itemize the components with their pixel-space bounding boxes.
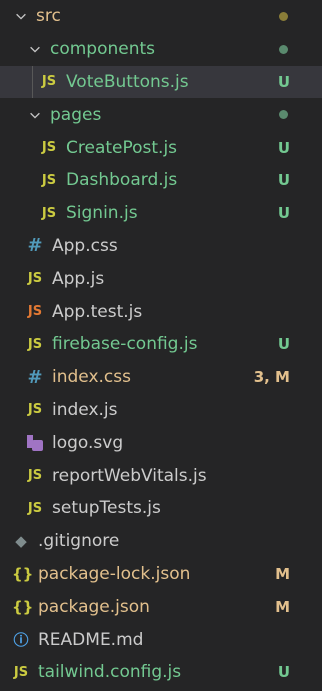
javascript-icon: JS — [41, 140, 57, 156]
file-votebuttons[interactable]: JS VoteButtons.js U — [0, 65, 322, 99]
file-tailwind-config[interactable]: JS tailwind.config.js U — [0, 656, 322, 689]
git-status-badge: M — [275, 564, 290, 583]
file-label: index.css — [52, 367, 131, 388]
git-status-badge: U — [277, 204, 290, 223]
javascript-icon: JS — [27, 336, 43, 352]
untracked-dot — [279, 44, 288, 54]
git-icon: ◆ — [15, 532, 27, 551]
folder-label: pages — [50, 104, 102, 125]
file-label: package-lock.json — [38, 563, 191, 584]
file-label: logo.svg — [52, 432, 124, 453]
file-signin[interactable]: JS Signin.js U — [0, 197, 322, 230]
chevron-down-icon[interactable] — [26, 42, 44, 56]
git-status-badge: U — [277, 335, 290, 354]
css-icon: # — [27, 366, 43, 388]
file-label: README.md — [38, 629, 144, 650]
file-label: App.css — [52, 235, 118, 256]
folder-src[interactable]: src — [0, 0, 322, 33]
file-firebase-config[interactable]: JS firebase-config.js U — [0, 328, 322, 361]
folder-label: src — [36, 6, 61, 27]
file-readme[interactable]: ⓘ README.md — [0, 623, 322, 656]
javascript-icon: JS — [27, 468, 43, 484]
file-label: Signin.js — [66, 203, 138, 224]
file-label: .gitignore — [38, 531, 120, 552]
folder-pages[interactable]: pages — [0, 98, 322, 131]
test-javascript-icon: JS — [27, 304, 43, 320]
file-label: index.js — [52, 399, 118, 420]
indent-guide — [32, 65, 33, 99]
git-status-badge: 3, M — [253, 368, 290, 387]
json-icon: {} — [12, 597, 34, 616]
javascript-icon: JS — [41, 74, 57, 90]
file-gitignore[interactable]: ◆ .gitignore — [0, 525, 322, 558]
file-package-json[interactable]: {} package.json M — [0, 590, 322, 623]
svg-image-icon — [26, 434, 44, 452]
chevron-down-icon[interactable] — [26, 108, 44, 122]
file-label: firebase-config.js — [52, 334, 198, 355]
file-logo-svg[interactable]: logo.svg — [0, 426, 322, 459]
javascript-icon: JS — [27, 500, 43, 516]
file-label: App.js — [52, 268, 105, 289]
file-label: tailwind.config.js — [38, 662, 182, 683]
file-label: VoteButtons.js — [66, 71, 189, 92]
folder-label: components — [50, 39, 156, 60]
file-app-test[interactable]: JS App.test.js — [0, 295, 322, 328]
javascript-icon: JS — [13, 664, 29, 680]
file-createpost[interactable]: JS CreatePost.js U — [0, 131, 322, 164]
git-status-badge: U — [277, 171, 290, 190]
css-icon: # — [27, 235, 43, 257]
git-status-badge: U — [277, 663, 290, 682]
javascript-icon: JS — [41, 205, 57, 221]
file-index-js[interactable]: JS index.js — [0, 394, 322, 427]
file-explorer-tree: src components JS VoteButtons.js U pages… — [0, 0, 322, 691]
json-icon: {} — [12, 564, 34, 583]
file-label: package.json — [38, 596, 150, 617]
file-label: setupTests.js — [52, 498, 161, 519]
javascript-icon: JS — [27, 271, 43, 287]
file-label: reportWebVitals.js — [52, 465, 207, 486]
file-label: CreatePost.js — [66, 137, 178, 158]
file-package-lock[interactable]: {} package-lock.json M — [0, 558, 322, 591]
folder-components[interactable]: components — [0, 33, 322, 66]
javascript-icon: JS — [27, 402, 43, 418]
file-reportwebvitals[interactable]: JS reportWebVitals.js — [0, 459, 322, 492]
javascript-icon: JS — [41, 172, 57, 188]
file-setuptests[interactable]: JS setupTests.js — [0, 492, 322, 525]
file-label: App.test.js — [52, 301, 143, 322]
info-icon: ⓘ — [13, 631, 29, 650]
file-index-css[interactable]: # index.css 3, M — [0, 361, 322, 394]
file-app-js[interactable]: JS App.js — [0, 262, 322, 295]
modified-dot — [279, 11, 288, 21]
git-status-badge: U — [277, 138, 290, 157]
file-app-css[interactable]: # App.css — [0, 230, 322, 263]
file-dashboard[interactable]: JS Dashboard.js U — [0, 164, 322, 197]
file-label: Dashboard.js — [66, 170, 178, 191]
git-status-badge: U — [277, 72, 290, 91]
untracked-dot — [279, 110, 288, 120]
git-status-badge: M — [275, 597, 290, 616]
chevron-down-icon[interactable] — [12, 9, 30, 23]
